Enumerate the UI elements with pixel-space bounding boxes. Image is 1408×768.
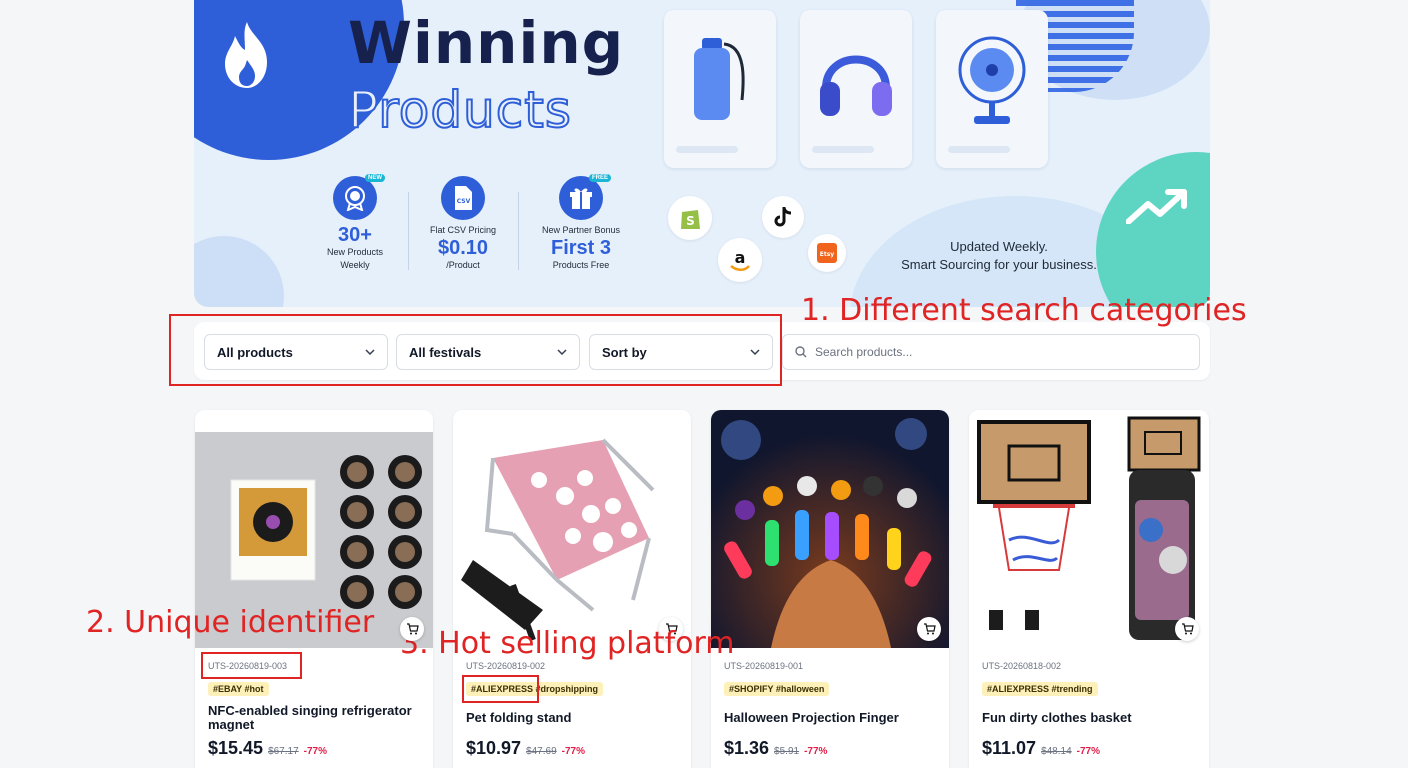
product-name-text: Halloween Projection Finger	[724, 710, 899, 725]
price-row: $10.97 $47.69 -77%	[466, 738, 585, 759]
price: $10.97	[466, 738, 522, 758]
annotation-box-platform	[462, 675, 539, 703]
etsy-icon: Etsy	[808, 234, 846, 272]
stat-big: First 3	[550, 237, 612, 259]
product-name-text: Fun dirty clothes basket	[982, 710, 1132, 725]
price-row: $15.45 $67.17 -77%	[208, 738, 327, 759]
banner-decor-circle-small	[194, 236, 284, 307]
stat-partner-bonus: FREE New Partner Bonus First 3 Products …	[526, 174, 636, 272]
platform-tags[interactable]: #EBAY #hot	[208, 682, 269, 696]
amazon-icon: a	[718, 238, 762, 282]
search-box	[782, 334, 1200, 370]
product-name[interactable]: Fun dirty clothes basket	[982, 704, 1197, 732]
add-to-cart-button[interactable]	[1175, 617, 1199, 641]
product-name[interactable]: Halloween Projection Finger	[724, 704, 939, 732]
placeholder-line	[812, 146, 874, 153]
new-badge: NEW	[365, 174, 385, 182]
product-card[interactable]: UTS-20260818-002 #ALIEXPRESS #trending F…	[969, 410, 1209, 768]
banner-card-fan	[936, 10, 1048, 168]
divider	[518, 192, 519, 270]
headphones-icon	[820, 55, 892, 116]
discount: -77%	[804, 746, 828, 757]
search-input[interactable]	[815, 345, 1175, 359]
fan-icon	[958, 36, 1026, 124]
svg-text:a: a	[735, 248, 746, 267]
banner-tagline: Updated Weekly. Smart Sourcing for your …	[884, 238, 1114, 274]
stat-line: Weekly	[340, 260, 370, 270]
stat-line: New Products	[326, 247, 384, 257]
price: $15.45	[208, 738, 264, 758]
discount: -77%	[303, 746, 328, 757]
banner-decor-circle-green	[1096, 152, 1210, 307]
flame-icon	[225, 22, 267, 88]
product-card[interactable]: UTS-20260819-003 #EBAY #hot NFC-enabled …	[195, 410, 433, 768]
annotation-label-platform: 3. Hot selling platform	[400, 626, 735, 661]
csv-label: CSV	[457, 198, 471, 205]
product-card[interactable]: UTS-20260819-002 #ALIEXPRESS #dropshippi…	[453, 410, 691, 768]
stat-line: Products Free	[552, 260, 610, 270]
product-id: UTS-20260819-002	[466, 661, 546, 671]
add-to-cart-button[interactable]	[400, 617, 424, 641]
discount: -77%	[561, 746, 586, 757]
shopify-icon: S	[668, 196, 712, 240]
cart-icon	[1181, 623, 1194, 635]
award-icon: NEW	[333, 174, 385, 220]
cart-icon	[406, 623, 419, 635]
cart-icon	[923, 623, 936, 635]
product-id: UTS-20260818-002	[982, 661, 1062, 671]
annotation-label-identifier: 2. Unique identifier	[86, 605, 375, 640]
product-name[interactable]: Pet folding stand	[466, 704, 681, 732]
price: $11.07	[982, 738, 1037, 758]
discount: -77%	[1076, 746, 1101, 757]
platform-tags[interactable]: #ALIEXPRESS #trending	[982, 682, 1098, 696]
gift-icon: FREE	[559, 174, 611, 220]
product-name-text: NFC-enabled singing refrigerator magnet	[208, 703, 412, 732]
stat-top-line: New Partner Bonus	[541, 225, 621, 235]
add-to-cart-button[interactable]	[917, 617, 941, 641]
csv-file-icon: CSV	[441, 176, 485, 220]
stat-line: /Product	[446, 260, 480, 270]
stat-big: $0.10	[437, 237, 489, 259]
annotation-box-filters	[169, 314, 782, 386]
banner-title: Winning	[348, 9, 625, 77]
stat-big: 30+	[338, 224, 372, 246]
stat-top-line: Flat CSV Pricing	[429, 225, 497, 235]
tiktok-icon	[762, 196, 804, 238]
annotation-label-categories: 1. Different search categories	[801, 293, 1247, 328]
product-image[interactable]	[711, 410, 949, 648]
price-row: $11.07 $48.14 -77%	[982, 738, 1100, 759]
water-bottle-icon	[694, 38, 745, 120]
svg-text:S: S	[686, 214, 695, 228]
placeholder-line	[676, 146, 738, 153]
placeholder-line	[948, 146, 1010, 153]
annotation-box-identifier	[201, 652, 302, 679]
stat-new-products: NEW 30+ New Products Weekly	[300, 174, 410, 272]
price: $1.36	[724, 738, 770, 758]
product-image[interactable]	[969, 410, 1207, 648]
search-icon	[795, 346, 807, 358]
tagline-line-1: Updated Weekly.	[950, 239, 1048, 254]
original-price: $5.91	[774, 746, 800, 757]
product-id: UTS-20260819-001	[724, 661, 804, 671]
product-image[interactable]	[453, 410, 691, 648]
price-row: $1.36 $5.91 -77%	[724, 738, 827, 759]
hero-banner: Winning Products NEW 30+ New Products We…	[194, 0, 1210, 307]
product-card[interactable]: UTS-20260819-001 #SHOPIFY #halloween Hal…	[711, 410, 949, 768]
platform-tags[interactable]: #SHOPIFY #halloween	[724, 682, 830, 696]
product-name[interactable]: NFC-enabled singing refrigerator magnet	[208, 704, 423, 732]
original-price: $48.14	[1041, 746, 1072, 757]
product-name-text: Pet folding stand	[466, 710, 572, 725]
original-price: $67.17	[268, 746, 299, 757]
banner-subtitle: Products	[347, 80, 572, 140]
banner-card-bottle	[664, 10, 776, 168]
banner-card-headphones	[800, 10, 912, 168]
tagline-line-2: Smart Sourcing for your business.	[901, 257, 1097, 272]
trend-up-icon	[1126, 189, 1187, 224]
original-price: $47.69	[526, 746, 557, 757]
stat-csv-pricing: CSV Flat CSV Pricing $0.10 /Product	[408, 176, 518, 272]
etsy-label: Etsy	[820, 251, 835, 258]
free-badge: FREE	[588, 174, 611, 182]
